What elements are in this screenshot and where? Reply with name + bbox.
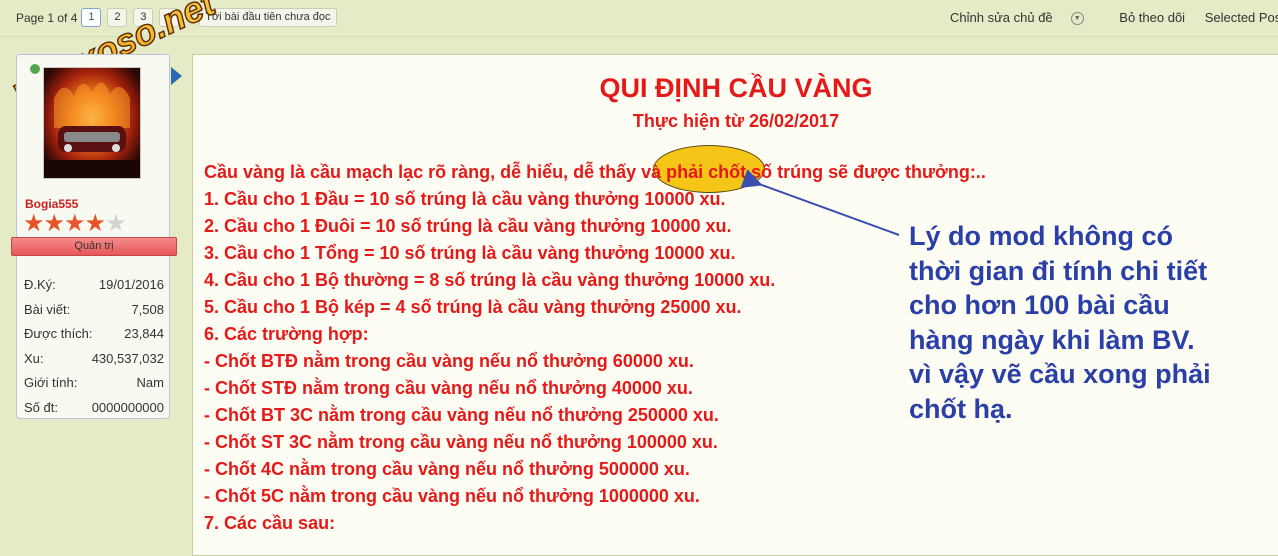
post-arrow-icon bbox=[171, 67, 182, 85]
page-link-3[interactable]: 3 bbox=[133, 8, 154, 27]
post-title: QUI ĐỊNH CẦU VÀNG bbox=[599, 73, 873, 103]
stat-row: Bài viết: 7,508 bbox=[24, 298, 164, 323]
post-line: 5. Cầu cho 1 Bộ kép = 4 số trúng là cầu … bbox=[204, 297, 742, 317]
stat-value: 23,844 bbox=[124, 326, 164, 341]
username-link[interactable]: Bogia555 bbox=[25, 197, 78, 211]
stat-row: Số đt: 0000000000 bbox=[24, 396, 164, 421]
annotation-line: thời gian đi tính chi tiết bbox=[909, 255, 1208, 286]
post-line: - Chốt 5C nằm trong cầu vàng nếu nổ thưở… bbox=[204, 486, 700, 506]
stat-value: 0000000000 bbox=[91, 399, 164, 415]
online-status-icon bbox=[29, 63, 41, 75]
post-body: Cầu vàng là cầu mạch lạc rõ ràng, dễ hiể… bbox=[204, 159, 986, 537]
post-subtitle: Thực hiện từ 26/02/2017 bbox=[632, 111, 840, 131]
role-badge: Quản trị bbox=[11, 237, 177, 256]
stat-label: Bài viết: bbox=[24, 301, 71, 317]
post-line: 6. Các trường hợp: bbox=[204, 324, 369, 344]
moderator-annotation: Lý do mod không có thời gian đi tính chi… bbox=[909, 219, 1278, 426]
annotation-line: Lý do mod không có bbox=[909, 221, 1173, 251]
chevron-down-icon: ▼ bbox=[1070, 12, 1084, 26]
pagination: Page 1 of 4 1 2 3 4 > Tới bài đầu tiên c… bbox=[16, 8, 337, 27]
edit-thread-label: Chỉnh sửa chủ đề bbox=[950, 10, 1053, 25]
stat-label: Xu: bbox=[24, 350, 44, 366]
stat-row: Xu: 430,537,032 bbox=[24, 347, 164, 372]
unwatch-link[interactable]: Bỏ theo dõi bbox=[1119, 10, 1185, 25]
stat-value: 430,537,032 bbox=[91, 350, 164, 366]
post-line: 3. Cầu cho 1 Tổng = 10 số trúng là cầu v… bbox=[204, 243, 736, 263]
post-line: 2. Cầu cho 1 Đuôi = 10 số trúng là cầu v… bbox=[204, 216, 732, 236]
first-unread-button[interactable]: Tới bài đầu tiên chưa đọc bbox=[199, 8, 337, 27]
post-line: Cầu vàng là cầu mạch lạc rõ ràng, dễ hiể… bbox=[204, 162, 986, 182]
stat-row: Đ.Ký: 19/01/2016 bbox=[24, 273, 164, 298]
annotation-line: cho hơn 100 bài cầu bbox=[909, 290, 1170, 320]
stat-value: Nam bbox=[136, 375, 164, 390]
user-rating: ★★★★★ bbox=[23, 210, 127, 237]
star-filled-icon: ★ bbox=[43, 210, 65, 237]
post-line: 4. Cầu cho 1 Bộ thường = 8 số trúng là c… bbox=[204, 270, 776, 290]
post-line: - Chốt BTĐ nằm trong cầu vàng nếu nổ thư… bbox=[204, 351, 694, 371]
post-line: - Chốt STĐ nằm trong cầu vàng nếu nổ thư… bbox=[204, 378, 693, 398]
star-empty-icon: ★ bbox=[105, 210, 126, 237]
selected-posts-label: Selected Posts: 0 bbox=[1204, 10, 1278, 25]
thread-toolbar: Page 1 of 4 1 2 3 4 > Tới bài đầu tiên c… bbox=[0, 0, 1278, 37]
stat-row: Giới tính: Nam bbox=[24, 371, 164, 396]
post-line: - Chốt ST 3C nằm trong cầu vàng nếu nổ t… bbox=[204, 432, 718, 452]
page-link-4[interactable]: 4 bbox=[159, 8, 180, 27]
thread-actions: Chỉnh sửa chủ đề ▼ Bỏ theo dõi Selected P… bbox=[950, 10, 1278, 26]
next-page-icon[interactable]: > bbox=[185, 12, 191, 23]
stat-value: 19/01/2016 bbox=[98, 277, 164, 292]
annotation-line: vì vậy vẽ cầu xong phải bbox=[909, 359, 1211, 389]
stat-row: Được thích: 23,844 bbox=[24, 322, 164, 347]
annotation-line: chốt hạ. bbox=[909, 393, 1013, 424]
page-link-1[interactable]: 1 bbox=[81, 8, 102, 27]
stat-label: Giới tính: bbox=[24, 375, 78, 390]
page-link-2[interactable]: 2 bbox=[107, 8, 128, 27]
post-content: QUI ĐỊNH CẦU VÀNG Thực hiện từ 26/02/201… bbox=[192, 54, 1278, 556]
star-filled-icon: ★ bbox=[23, 210, 44, 237]
post-line: 1. Cầu cho 1 Đầu = 10 số trúng là cầu và… bbox=[204, 189, 726, 209]
stat-label: Số đt: bbox=[24, 399, 58, 415]
post-line: - Chốt BT 3C nằm trong cầu vàng nếu nổ t… bbox=[204, 405, 719, 425]
avatar-image bbox=[44, 68, 140, 178]
edit-thread-menu[interactable]: Chỉnh sửa chủ đề ▼ bbox=[950, 10, 1100, 26]
star-filled-icon: ★ bbox=[64, 210, 85, 237]
post-line: 7. Các cầu sau: bbox=[204, 513, 336, 533]
annotation-line: hàng ngày khi làm BV. bbox=[909, 324, 1195, 355]
star-filled-icon: ★ bbox=[84, 210, 106, 237]
user-info-panel: Bogia555 ★★★★★ Quản trị Đ.Ký: 19/01/2016 … bbox=[11, 54, 182, 420]
user-stats: Đ.Ký: 19/01/2016 Bài viết: 7,508 Được thíc… bbox=[24, 273, 164, 420]
post-line: - Chốt 4C nằm trong cầu vàng nếu nổ thưở… bbox=[204, 459, 690, 479]
avatar[interactable] bbox=[43, 67, 141, 179]
page-label: Page 1 of 4 bbox=[16, 10, 78, 25]
stat-value: 7,508 bbox=[131, 301, 164, 317]
stat-label: Được thích: bbox=[24, 326, 93, 341]
stat-label: Đ.Ký: bbox=[24, 277, 56, 292]
